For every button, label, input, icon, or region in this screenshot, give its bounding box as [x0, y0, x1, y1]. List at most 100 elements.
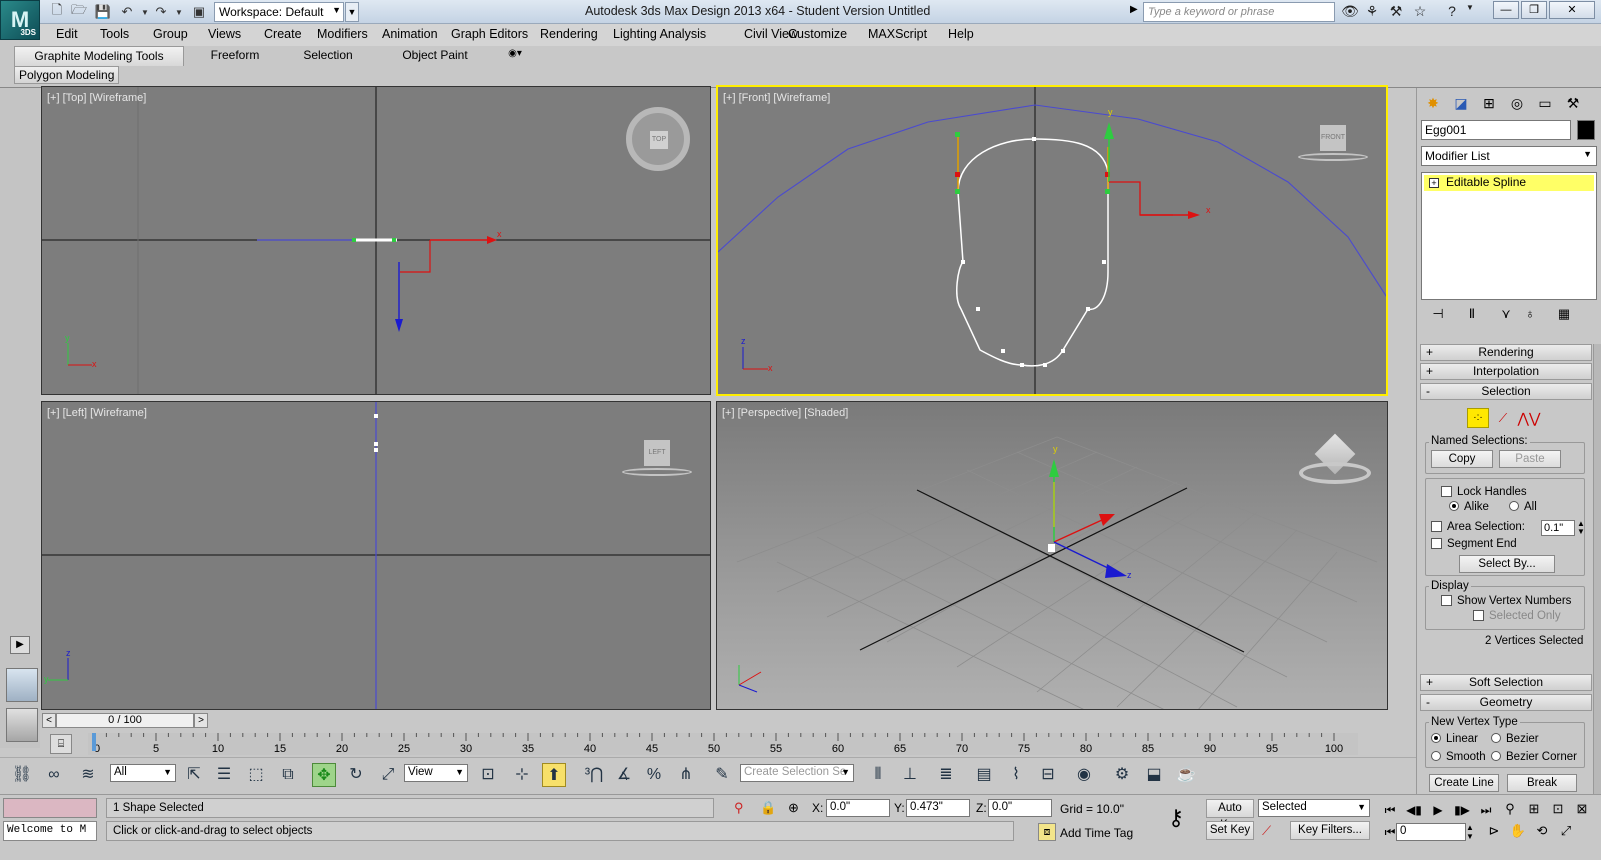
align-icon[interactable]: ⊥ — [898, 763, 922, 787]
mirror-icon[interactable]: ⫴ — [866, 763, 890, 787]
viewport-label[interactable]: [+] [Perspective] [Shaded] — [722, 407, 848, 419]
display-tab-icon[interactable]: ▭ — [1533, 92, 1557, 114]
next-frame-arrow[interactable]: > — [194, 713, 208, 728]
redo-dropdown-icon[interactable]: ▼ — [170, 3, 188, 21]
quick-access-dropdown[interactable]: ▼ — [345, 2, 359, 22]
selection-filter-dropdown[interactable]: All ▼ — [110, 764, 176, 782]
search-input[interactable]: Type a keyword or phrase — [1143, 2, 1335, 22]
auto-key-button[interactable]: Auto Key — [1206, 799, 1254, 831]
command-panel-scrollbar[interactable] — [1593, 344, 1601, 794]
go-to-start-icon[interactable]: ⏮ — [1380, 801, 1400, 819]
menu-animation[interactable]: Animation — [382, 27, 438, 41]
menu-lighting-analysis[interactable]: Lighting Analysis — [613, 27, 706, 41]
reference-coordinate-dropdown[interactable]: View ▼ — [404, 764, 468, 782]
next-frame-icon[interactable]: ▮▶ — [1452, 801, 1472, 819]
graphite-toggle-icon[interactable]: ▤ — [972, 763, 996, 787]
paste-button[interactable]: Paste — [1499, 450, 1561, 468]
tab-object-paint[interactable]: Object Paint — [385, 46, 485, 66]
subscription-icon[interactable]: ⚘ — [1362, 3, 1382, 21]
key-filters-button[interactable]: Key Filters... — [1290, 821, 1370, 840]
hierarchy-tab-icon[interactable]: ⊞ — [1477, 92, 1501, 114]
previous-frame-arrow[interactable]: < — [42, 713, 56, 728]
menu-graph-editors[interactable]: Graph Editors — [451, 27, 528, 41]
object-color-swatch[interactable] — [1577, 120, 1595, 140]
absolute-relative-toggle-icon[interactable]: ⊕ — [788, 800, 799, 816]
play-expand-icon[interactable]: ▶ — [10, 636, 30, 654]
play-icon[interactable]: ▶ — [1428, 801, 1448, 819]
schematic-view-icon[interactable]: ⊟ — [1036, 763, 1060, 787]
search-expand-icon[interactable]: ▶ — [1130, 4, 1138, 15]
pan-icon[interactable]: ✋ — [1508, 821, 1528, 841]
menu-group[interactable]: Group — [153, 27, 188, 41]
undo-icon[interactable]: ↶ — [118, 3, 136, 21]
ribbon-options-icon[interactable]: ◉▾ — [500, 46, 530, 66]
menu-maxscript[interactable]: MAXScript — [868, 27, 927, 41]
area-selection-checkbox[interactable]: Area Selection: — [1431, 521, 1525, 533]
viewport-label[interactable]: [+] [Top] [Wireframe] — [47, 92, 146, 104]
select-by-button[interactable]: Select By... — [1459, 555, 1555, 573]
viewport-perspective[interactable]: y z [+] [Perspective] [Shaded] — [716, 401, 1388, 710]
zoom-extents-all-icon[interactable]: ⊠ — [1572, 799, 1592, 819]
spinner-snap-icon[interactable]: ⋔ — [674, 763, 698, 787]
copy-button[interactable]: Copy — [1431, 450, 1493, 468]
communication-icon[interactable]: ⚒ — [1386, 3, 1406, 21]
rectangular-selection-icon[interactable]: ⬚ — [244, 763, 268, 787]
polygon-modeling-panel[interactable]: Polygon Modeling — [14, 66, 120, 84]
rendered-frame-window-icon[interactable]: ⬓ — [1142, 763, 1166, 787]
help-dropdown-icon[interactable]: ▼ — [1460, 3, 1480, 21]
make-unique-icon[interactable]: ⋎ — [1495, 306, 1517, 324]
modify-tab-icon[interactable]: ◪ — [1449, 92, 1473, 114]
lock-handles-checkbox[interactable]: Lock Handles — [1441, 486, 1527, 498]
select-and-move-icon[interactable]: ✥ — [312, 763, 336, 787]
edit-named-selection-icon[interactable]: ✎ — [710, 763, 734, 787]
bezier-corner-radio[interactable]: Bezier Corner — [1491, 751, 1577, 763]
isolate-selection-icon[interactable]: ⚲ — [734, 800, 744, 816]
minimize-button[interactable]: — — [1493, 1, 1519, 19]
viewport-layout-single-icon[interactable] — [6, 708, 38, 742]
tab-graphite-modeling-tools[interactable]: Graphite Modeling Tools — [14, 46, 184, 66]
x-coordinate-input[interactable]: 0.0" — [826, 799, 890, 817]
unlink-icon[interactable]: ∞ — [42, 763, 66, 787]
rollout-rendering[interactable]: + Rendering — [1420, 344, 1592, 361]
show-vertex-numbers-checkbox[interactable]: Show Vertex Numbers — [1441, 595, 1571, 607]
add-time-tag[interactable]: Add Time Tag — [1060, 826, 1133, 840]
named-selection-set-dropdown[interactable]: Create Selection Se ▼ — [740, 764, 854, 782]
snaps-toggle-icon[interactable]: ³⋂ — [582, 763, 606, 787]
motion-tab-icon[interactable]: ◎ — [1505, 92, 1529, 114]
break-button[interactable]: Break — [1507, 774, 1577, 792]
save-file-icon[interactable]: 💾 — [94, 3, 112, 21]
selection-lock-icon[interactable]: 🔒 — [760, 800, 776, 816]
zoom-icon[interactable]: ⚲ — [1500, 799, 1520, 819]
navcube-top[interactable]: TOP — [626, 107, 690, 171]
menu-edit[interactable]: Edit — [56, 27, 78, 41]
show-end-result-icon[interactable]: Ⅱ — [1461, 306, 1483, 324]
viewport-left[interactable]: z y [+] [Left] [Wireframe] LEFT — [41, 401, 711, 710]
angle-snap-icon[interactable]: ∡ — [612, 763, 636, 787]
zoom-extents-icon[interactable]: ⊡ — [1548, 799, 1568, 819]
configure-modifier-sets-icon[interactable]: ▦ — [1553, 306, 1575, 324]
percent-snap-icon[interactable]: % — [642, 763, 666, 787]
maximize-button[interactable]: ❐ — [1521, 1, 1547, 19]
maxscript-listener-input[interactable]: Welcome to M — [3, 821, 97, 841]
menu-views[interactable]: Views — [208, 27, 241, 41]
current-frame-marker[interactable] — [92, 733, 96, 751]
favorites-star-icon[interactable]: ☆ — [1410, 3, 1430, 21]
orbit-icon[interactable]: ⟲ — [1532, 821, 1552, 841]
keyboard-shortcut-override-icon[interactable]: ⬆ — [542, 763, 566, 787]
open-file-icon[interactable]: 🗁 — [70, 2, 88, 21]
menu-tools[interactable]: Tools — [100, 27, 129, 41]
set-key-button[interactable]: Set Key — [1206, 821, 1254, 840]
all-radio[interactable]: All — [1509, 501, 1537, 513]
spinner-icon[interactable]: ▲ ▼ — [1577, 520, 1585, 536]
track-bar[interactable]: 0 5 10 15 20 25 30 35 40 45 50 55 60 65 70 75 80 85 90 95 10… — [88, 733, 1358, 755]
tab-freeform[interactable]: Freeform — [195, 46, 275, 66]
z-coordinate-input[interactable]: 0.0" — [988, 799, 1052, 817]
segment-mode-icon[interactable]: ⟋ — [1493, 408, 1513, 428]
remove-modifier-icon[interactable]: ♁ — [1519, 306, 1541, 324]
selected-only-checkbox[interactable]: Selected Only — [1473, 610, 1561, 622]
rollout-selection[interactable]: - Selection — [1420, 383, 1592, 400]
key-mode-dropdown[interactable]: Selected ▼ — [1258, 799, 1370, 817]
select-and-scale-icon[interactable]: ⤢ — [376, 763, 400, 787]
viewport-label[interactable]: [+] [Front] [Wireframe] — [723, 92, 830, 104]
render-production-icon[interactable]: ☕ — [1174, 763, 1198, 787]
